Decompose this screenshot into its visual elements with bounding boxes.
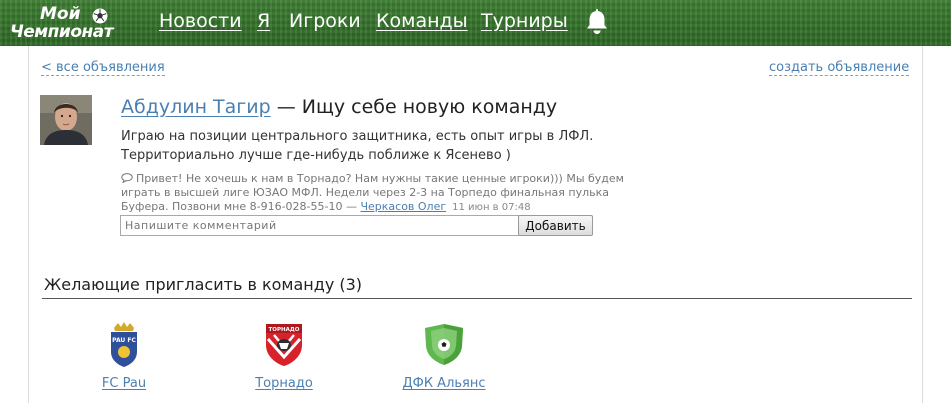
post-title: Абдулин Тагир — Ищу себе новую команду bbox=[121, 95, 557, 119]
logo[interactable]: Мой Чемпионат bbox=[10, 4, 138, 44]
comment-input[interactable] bbox=[120, 215, 521, 236]
comment-date: 11 июн в 07:48 bbox=[452, 202, 531, 213]
create-listing-link[interactable]: создать объявление bbox=[769, 60, 910, 76]
nav-teams[interactable]: Команды bbox=[376, 9, 468, 33]
bell-icon[interactable] bbox=[584, 8, 610, 36]
comment-author-link[interactable]: Черкасов Олег bbox=[360, 200, 446, 213]
top-header: Мой Чемпионат Новости Я Игроки Команды Т… bbox=[0, 0, 951, 46]
svg-text:ТОРНАДО: ТОРНАДО bbox=[269, 327, 300, 333]
nav-news[interactable]: Новости bbox=[159, 9, 242, 33]
post-author-link[interactable]: Абдулин Тагир bbox=[121, 96, 271, 118]
post-body-line2: Территориально лучше где-нибудь поближе … bbox=[121, 148, 511, 163]
comment: Привет! Не хочешь к нам в Торнадо? Нам н… bbox=[121, 172, 631, 215]
post-title-text: — Ищу себе новую команду bbox=[270, 96, 558, 118]
speech-bubble-icon bbox=[121, 173, 133, 183]
invites-title: Желающие пригласить в команду (3) bbox=[44, 275, 363, 294]
section-divider bbox=[42, 298, 912, 299]
team-card: PAU FC FC Pau bbox=[64, 320, 184, 391]
team-name-link[interactable]: ДФК Альянс bbox=[384, 376, 504, 391]
fc-pau-crest-icon[interactable]: PAU FC bbox=[109, 320, 139, 368]
team-card: ТОРНАДО Торнадо bbox=[224, 320, 344, 391]
dfk-alyans-crest-icon[interactable] bbox=[423, 320, 465, 368]
svg-text:PAU FC: PAU FC bbox=[112, 337, 136, 344]
nav-players[interactable]: Игроки bbox=[289, 9, 361, 33]
add-comment-button[interactable]: Добавить bbox=[518, 215, 593, 236]
team-name-link[interactable]: FC Pau bbox=[64, 376, 184, 391]
avatar[interactable] bbox=[40, 95, 92, 145]
team-card: ДФК Альянс bbox=[384, 320, 504, 391]
post-body-line1: Играю на позиции центрального защитника,… bbox=[121, 129, 594, 144]
nav-tournaments[interactable]: Турниры bbox=[481, 9, 568, 33]
logo-line1: Мой bbox=[40, 4, 81, 24]
post-body: Играю на позиции центрального защитника,… bbox=[121, 127, 593, 165]
tornado-crest-icon[interactable]: ТОРНАДО bbox=[263, 320, 305, 368]
nav-me[interactable]: Я bbox=[257, 9, 270, 33]
back-to-listings-link[interactable]: < все объявления bbox=[41, 60, 165, 76]
logo-line2: Чемпионат bbox=[10, 22, 114, 42]
user-photo bbox=[40, 95, 92, 145]
team-name-link[interactable]: Торнадо bbox=[224, 376, 344, 391]
